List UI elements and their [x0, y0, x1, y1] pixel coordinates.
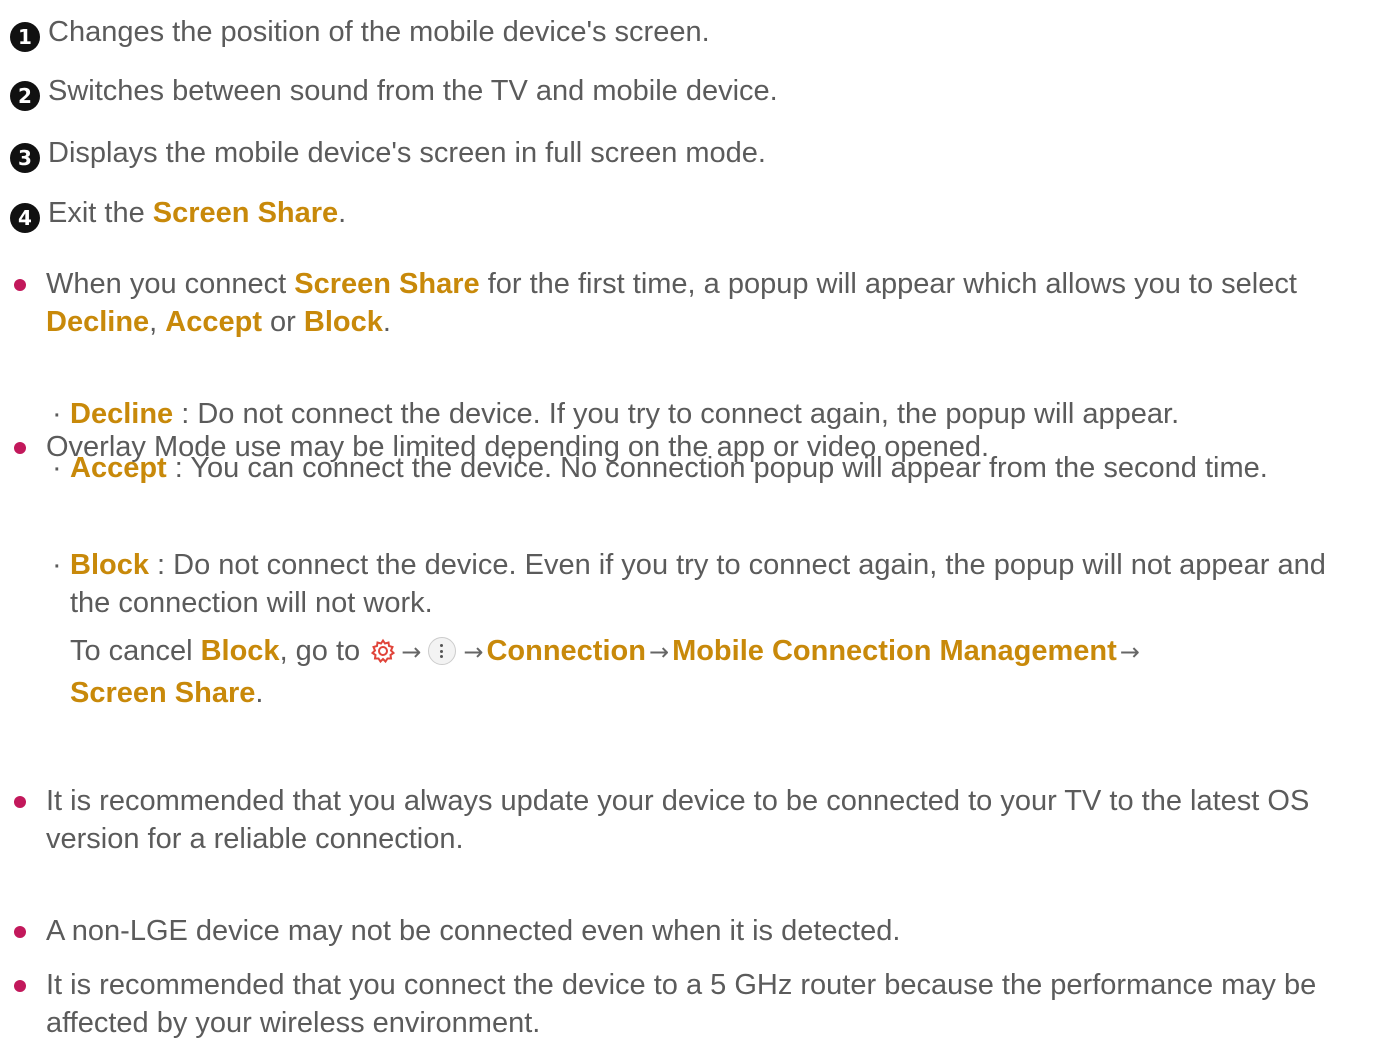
- gear-icon: [370, 636, 396, 674]
- option-label: Block: [70, 549, 149, 581]
- note-text: When you connect: [46, 268, 295, 300]
- lower-note-1: Overlay Mode use may be limited dependin…: [14, 428, 1364, 466]
- numbered-item-1: 1 Changes the position of the mobile devi…: [10, 13, 710, 52]
- note-text: It is recommended that you always update…: [46, 785, 1310, 855]
- highlight-decline: Decline: [46, 306, 150, 338]
- instruction-text: , go to: [279, 635, 369, 667]
- highlight-screen-share: Screen Share: [294, 268, 480, 300]
- numbered-item-text: Changes the position of the mobile devic…: [48, 16, 710, 48]
- note-text: for the first time, a popup will appear …: [479, 268, 1297, 300]
- numbered-item-text: Switches between sound from the TV and m…: [48, 75, 778, 107]
- note-text: or: [262, 306, 304, 338]
- option-label: Decline: [70, 398, 174, 430]
- sub-bullet-mark: ·: [52, 549, 62, 581]
- lower-note-4: It is recommended that you connect the d…: [14, 966, 1364, 1042]
- instruction-text: .: [255, 677, 264, 709]
- note-text: Overlay Mode use may be limited dependin…: [46, 431, 990, 463]
- number-badge: 4: [10, 203, 40, 233]
- option-text: : Do not connect the device. Even if you…: [70, 549, 1326, 619]
- bullet-dot: [14, 279, 26, 291]
- lower-note-3: A non-LGE device may not be connected ev…: [14, 912, 1364, 950]
- numbered-item-3: 3 Displays the mobile device's screen in …: [10, 134, 766, 173]
- note-text: .: [382, 306, 391, 338]
- more-vertical-icon: [428, 637, 457, 665]
- highlight-block: Block: [200, 635, 280, 667]
- number-badge: 1: [10, 22, 40, 52]
- note-text: A non-LGE device may not be connected ev…: [46, 915, 901, 947]
- lower-note-2: It is recommended that you always update…: [14, 782, 1364, 858]
- highlight-block: Block: [303, 306, 383, 338]
- arrow-right-icon: →: [1119, 638, 1140, 666]
- arrow-right-icon: →: [648, 638, 670, 666]
- highlight-screen-share: Screen Share: [70, 677, 256, 709]
- number-badge: 2: [10, 81, 40, 111]
- option-text: : Do not connect the device. If you try …: [173, 398, 1180, 430]
- numbered-item-text: Displays the mobile device's screen in f…: [48, 137, 766, 169]
- arrow-right-icon: →: [463, 638, 484, 666]
- numbered-item-2: 2 Switches between sound from the TV and …: [10, 72, 778, 111]
- highlight-mobile-connection-management: Mobile Connection Management: [672, 635, 1117, 667]
- note-text: ,: [149, 306, 166, 338]
- bullet-dot: [14, 926, 26, 938]
- highlight-connection: Connection: [486, 635, 646, 667]
- bullet-dot: [14, 442, 26, 454]
- cancel-block-instructions: To cancel Block, go to → → Connection → Mobi…: [70, 632, 1364, 712]
- highlight-screen-share: Screen Share: [152, 197, 339, 229]
- arrow-right-icon: →: [401, 638, 422, 666]
- punctuation: .: [338, 197, 347, 229]
- note-text: It is recommended that you connect the d…: [46, 969, 1317, 1039]
- option-block: · Block : Do not connect the device. Eve…: [52, 546, 1364, 622]
- numbered-item-4: 4 Exit the Screen Share.: [10, 194, 346, 233]
- bullet-dot: [14, 796, 26, 808]
- highlight-accept: Accept: [165, 306, 262, 338]
- number-badge: 3: [10, 143, 40, 173]
- bullet-dot: [14, 980, 26, 992]
- note-first-connection: When you connect Screen Share for the fi…: [14, 265, 1364, 341]
- numbered-item-text: Exit the: [48, 197, 153, 229]
- instruction-text: To cancel: [70, 635, 201, 667]
